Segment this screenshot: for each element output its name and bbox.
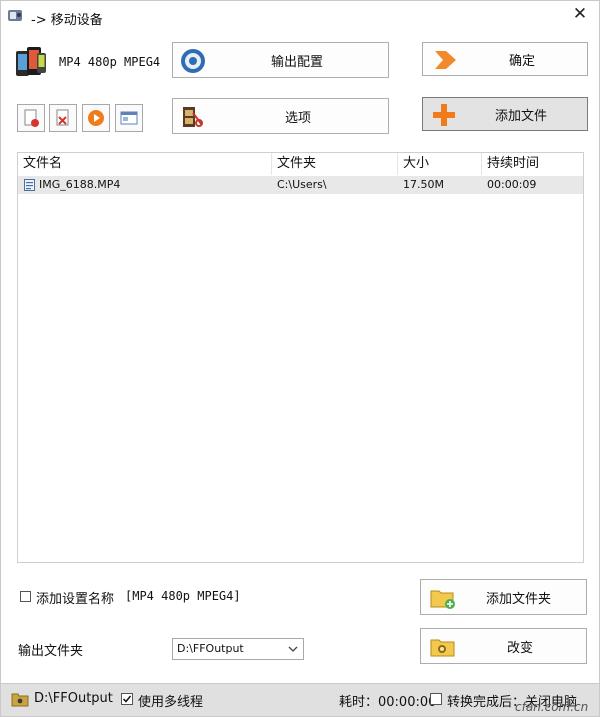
add-folder-label: 添加文件夹 [486,591,552,607]
row-filename: IMG_6188.MP4 [39,178,121,191]
options-label: 选项 [285,110,312,126]
output-folder-label: 输出文件夹 [18,644,84,659]
folder-icon [11,691,29,707]
folder-add-icon [429,585,457,611]
file-list-header: 文件名 文件夹 大小 持续时间 [18,153,583,177]
elapsed-time: 耗时：00:00:00 [339,695,437,710]
main-window: -> 移动设备 ✕ MP4 480p MPEG4 输出配置 确定 选项 添加文件… [0,0,600,717]
header-duration[interactable]: 持续时间 [482,153,583,175]
row-folder: C:\Users\ [277,178,327,191]
after-convert-checkbox[interactable] [430,693,442,705]
output-config-label: 输出配置 [271,54,324,70]
table-row[interactable]: IMG_6188.MP4 C:\Users\ 17.50M 00:00:09 [18,176,583,194]
page-add-icon [24,109,39,127]
output-config-button[interactable]: 输出配置 [172,42,389,78]
remove-button[interactable] [49,104,77,132]
row-size: 17.50M [403,178,444,191]
window-info-icon [120,111,138,125]
add-file-label: 添加文件 [495,108,548,124]
window-title: -> 移动设备 [31,13,103,28]
plus-icon [431,102,457,128]
header-folder[interactable]: 文件夹 [272,153,398,175]
add-setting-name-value: [MP4 480p MPEG4] [125,589,241,603]
add-setting-name-checkbox[interactable] [20,591,31,602]
row-duration: 00:00:09 [487,178,537,191]
status-bar: D:\FFOutput 使用多线程 耗时：00:00:00 转换完成后：关闭电脑… [1,683,599,716]
checkmark-icon [122,695,132,703]
new-task-button[interactable] [17,104,45,132]
title-bar: -> 移动设备 ✕ [1,1,599,31]
device-icon [15,45,47,79]
app-icon [7,7,23,23]
output-folder-value: D:\FFOutput [177,642,244,655]
chevron-down-icon [287,642,299,656]
play-icon [88,110,104,126]
multithread-checkbox[interactable] [121,693,133,705]
header-size[interactable]: 大小 [398,153,482,175]
play-button[interactable] [82,104,110,132]
file-list[interactable]: 文件名 文件夹 大小 持续时间 IMG_6188.MP4 C:\Users\ 1… [17,152,584,563]
add-folder-button[interactable]: 添加文件夹 [420,579,587,615]
header-filename[interactable]: 文件名 [18,153,272,175]
profile-label: MP4 480p MPEG4 [59,55,161,69]
watermark: cfan.com.cn [515,700,589,714]
arrow-right-icon [432,47,458,73]
video-file-icon [24,179,35,191]
output-config-icon [180,48,206,74]
change-label: 改变 [507,640,534,656]
output-folder-select[interactable]: D:\FFOutput [172,638,304,660]
confirm-label: 确定 [509,53,536,69]
options-button[interactable]: 选项 [172,98,389,134]
close-icon[interactable]: ✕ [569,3,591,25]
remove-icon [56,109,69,126]
folder-camera-icon [429,634,457,660]
change-button[interactable]: 改变 [420,628,587,664]
multithread-label: 使用多线程 [138,695,204,710]
add-setting-name-label: 添加设置名称 [36,592,115,607]
film-scissors-icon [180,104,206,130]
confirm-button[interactable]: 确定 [422,42,588,76]
status-path[interactable]: D:\FFOutput [34,691,113,706]
info-button[interactable] [115,104,143,132]
add-file-button[interactable]: 添加文件 [422,97,588,131]
